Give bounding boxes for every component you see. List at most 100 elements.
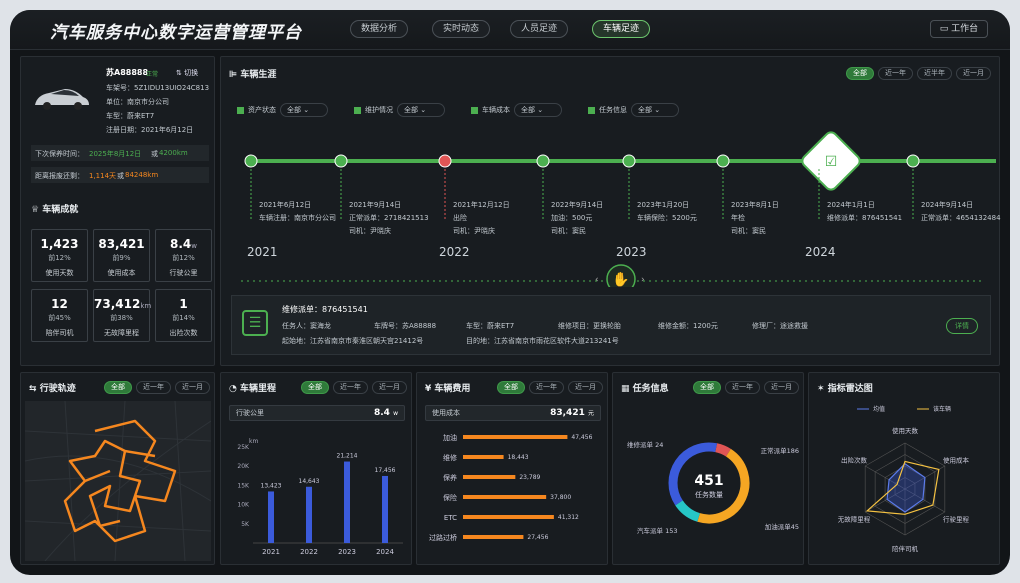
filter-select[interactable]: 全部 ⌄ [514,103,562,117]
range-tab[interactable]: 近一年 [878,67,913,80]
medal-icon: ♕ [31,205,43,215]
mileage-summary-label: 行驶公里 [236,409,264,417]
event-line1: 年检 [731,213,745,222]
timeline-event[interactable]: 2021年6月12日车辆注册：南京市分公司 [244,154,336,222]
event-date: 2024年1月1日 [827,200,875,209]
event-line1: 车辆保险：5200元 [637,213,697,222]
drag-handle[interactable]: ✋ [606,264,636,287]
tab-vehicle-track[interactable]: 车辆足迹 [592,20,650,38]
lifecycle-title-text: 车辆生涯 [240,70,277,80]
legend-label: 均值 [873,405,885,413]
stat-label: 使用成本 [107,269,136,277]
chevron-left-icon[interactable]: ‹ [595,275,599,285]
range-tab[interactable]: 全部 [846,67,874,80]
event-line2: 司机：窦民 [731,226,766,235]
donut-label: 正常派单186 [761,446,799,455]
mileage-title-text: 车辆里程 [240,384,277,394]
range-tab[interactable]: 近半年 [917,67,952,80]
achievements-title: ♕ 车辆成就 [31,202,78,215]
filter-select[interactable]: 全部 ⌄ [631,103,679,117]
stat-change: 前45% [48,314,71,322]
timeline-event[interactable]: 2023年1月20日车辆保险：5200元 [622,154,697,222]
timeline-event[interactable]: 2021年12月12日出险司机：尹晓庆 [438,154,510,235]
cost-summary-value: 83,421 [550,408,585,418]
track-map[interactable] [25,401,211,561]
bar-label: 14,643 [299,478,320,485]
event-line1: 出险 [453,213,467,222]
checkbox-icon[interactable] [354,106,361,114]
tab-realtime[interactable]: 实时动态 [432,20,490,38]
filter-select[interactable]: 全部 ⌄ [280,103,328,117]
range-tab[interactable]: 近一月 [568,381,603,394]
event-date: 2022年9月14日 [551,200,603,209]
chevron-right-icon[interactable]: › [641,275,645,285]
bar-label: 18,443 [508,454,529,461]
range-tab[interactable]: 近一年 [529,381,564,394]
event-line1: 加油：500元 [551,213,592,222]
track-title: ⇆ 行驶轨迹 [29,381,76,394]
tab-people-track[interactable]: 人员足迹 [510,20,568,38]
hand-icon: ✋ [612,271,629,287]
detail-item: 维修项目：更换轮胎 [558,322,621,330]
frame-number: 车架号：5Z1IDU13UIO24C813 [106,84,210,92]
range-tab[interactable]: 近一月 [175,381,210,394]
range-tab[interactable]: 近一年 [333,381,368,394]
switch-label: 切换 [184,69,199,77]
detail-plate: 车牌号：苏A88888 [374,322,437,330]
radar-title-text: 指标雷达图 [827,384,873,394]
checkbox-icon[interactable] [237,106,244,114]
timeline-event[interactable]: 2022年9月14日加油：500元司机：窦民 [536,154,603,235]
mileage-summary: 行驶公里 8.4 w [229,405,405,421]
range-tab[interactable]: 全部 [693,381,721,394]
radar-legend: 均值 该车辆 [857,405,951,413]
cost-summary-label: 使用成本 [432,409,460,417]
range-tab[interactable]: 全部 [497,381,525,394]
timeline-event[interactable]: 2021年9月14日正常派单：2718421513 司机：尹晓庆 [334,154,429,235]
switch-button[interactable]: ⇅ 切换 [176,68,198,78]
range-tab[interactable]: 全部 [104,381,132,394]
stat-unit: km [140,302,152,310]
donut-label: 加油派单45 [765,522,799,531]
stat-change: 前12% [48,254,71,262]
stat-card: 1,423 前12% 使用天数 [31,229,88,282]
timeline-event[interactable]: 2023年8月1日年检司机：窦民 [716,154,779,235]
lifecycle-title: ⊫ 车辆生涯 [229,67,276,80]
event-date: 2021年6月12日 [259,200,311,209]
bar [344,461,350,543]
range-tab[interactable]: 全部 [301,381,329,394]
timeline-event[interactable]: 2024年9月14日正常派单：46541324841 [906,154,1001,222]
timeline-event[interactable]: ☑ 2024年1月1日维修派单：876451541 [800,130,902,222]
range-tab[interactable]: 近一月 [956,67,991,80]
y-tick: 20K [237,463,250,470]
page-title: 汽车服务中心数字运营管理平台 [50,23,302,43]
range-tab[interactable]: 近一月 [764,381,799,394]
cost-range-tabs: 全部 近一年 近一月 [497,381,603,394]
checkbox-icon[interactable] [588,106,595,114]
bar-label: 17,456 [375,467,396,474]
checklist-icon: ☰ [242,310,268,336]
checkbox-icon[interactable] [471,106,478,114]
plate-number: 苏A88888 [106,68,149,77]
detail-model: 车型：蔚来ET7 [466,322,515,330]
detail-button[interactable]: 详情 [946,318,978,334]
workbench-button[interactable]: ▭ 工作台 [930,20,988,38]
range-tab[interactable]: 近一月 [372,381,407,394]
register-date: 注册日期：2021年6月12日 [106,126,194,134]
stat-card: 1 前14% 出险次数 [155,289,212,342]
switch-icon: ⇅ [176,69,185,77]
year-label: 2023 [616,245,647,259]
x-tick: 2022 [300,548,318,556]
timeline-icon: ⊫ [229,70,241,80]
filter-select[interactable]: 全部 ⌄ [397,103,445,117]
donut-center-label: 任务数量 [695,490,723,499]
range-tab[interactable]: 近一年 [136,381,171,394]
filter: 资产状态 全部 ⌄ [237,103,328,117]
stat-label: 陪伴司机 [45,329,74,337]
range-tab[interactable]: 近一年 [725,381,760,394]
cost-summary: 使用成本 83,421 元 [425,405,601,421]
workbench-label: 工作台 [951,24,979,34]
bar [463,535,524,539]
track-title-text: 行驶轨迹 [39,384,76,394]
tab-data-analysis[interactable]: 数据分析 [350,20,408,38]
cost-panel: ¥ 车辆费用 全部 近一年 近一月 使用成本 83,421 元 加油 47,456 维修 1… [416,372,608,565]
